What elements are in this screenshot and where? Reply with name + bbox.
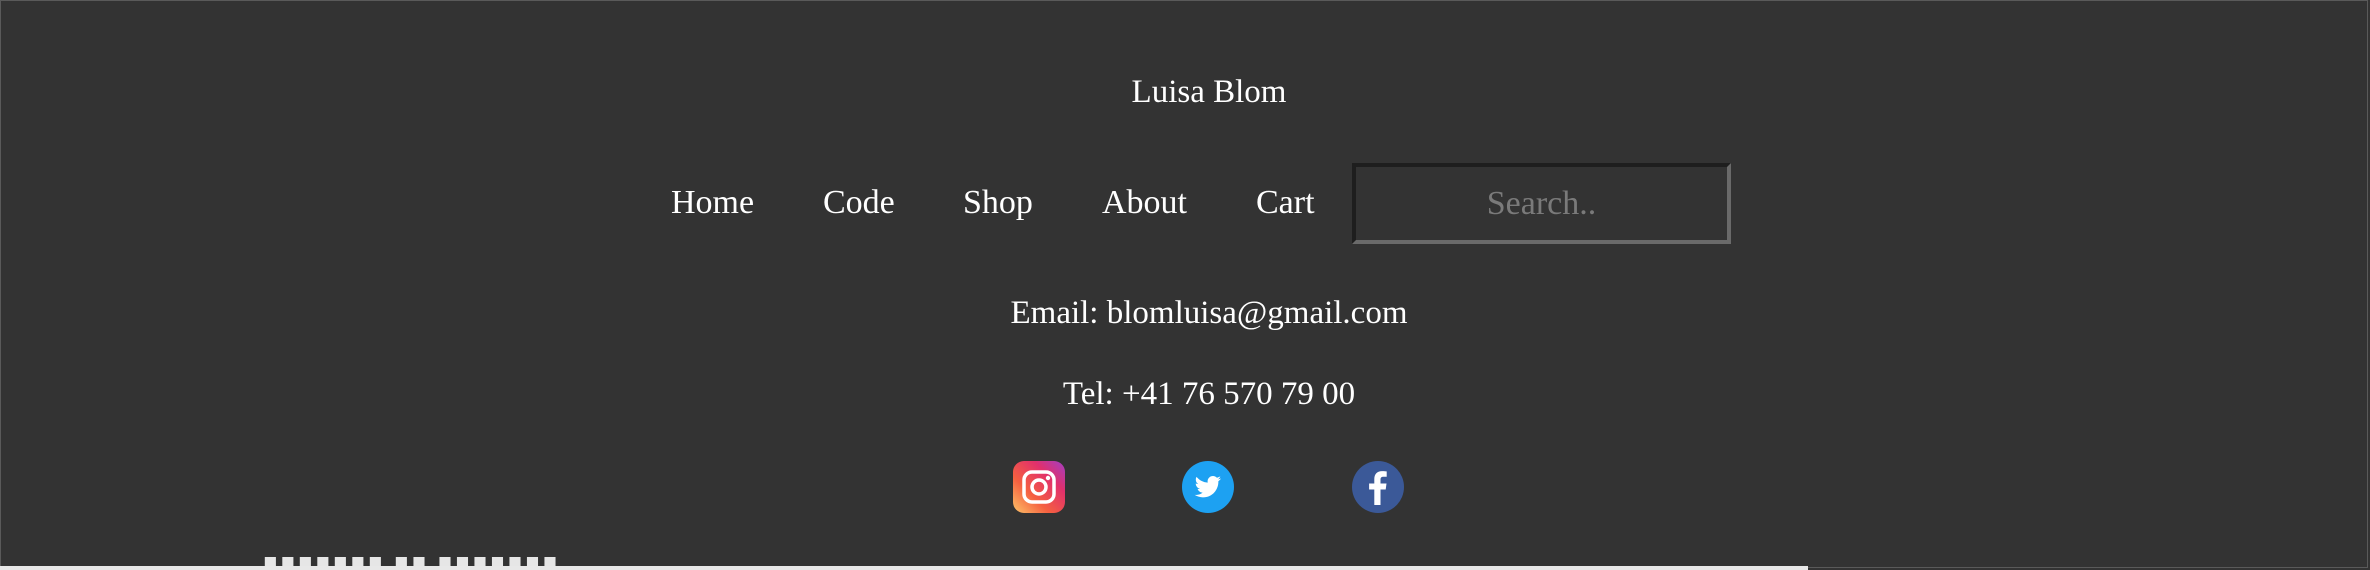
facebook-icon[interactable] (1352, 461, 1404, 513)
nav-link-shop[interactable]: Shop (963, 181, 1033, 225)
instagram-icon[interactable] (1013, 461, 1065, 513)
nav-link-code[interactable]: Code (823, 181, 895, 225)
nav-link-home[interactable]: Home (671, 181, 754, 225)
site-title: Luisa Blom (1131, 74, 1287, 110)
page-content-edge (0, 566, 1808, 570)
main-nav: Home Code Shop About Cart (0, 163, 2370, 245)
nav-link-about[interactable]: About (1102, 181, 1187, 225)
contact-phone: Tel: +41 76 570 79 00 (1062, 376, 1356, 412)
nav-link-cart[interactable]: Cart (1256, 181, 1315, 225)
contact-email: Email: blomluisa@gmail.com (1010, 295, 1408, 331)
search-input[interactable] (1352, 163, 1731, 244)
twitter-icon[interactable] (1182, 461, 1234, 513)
